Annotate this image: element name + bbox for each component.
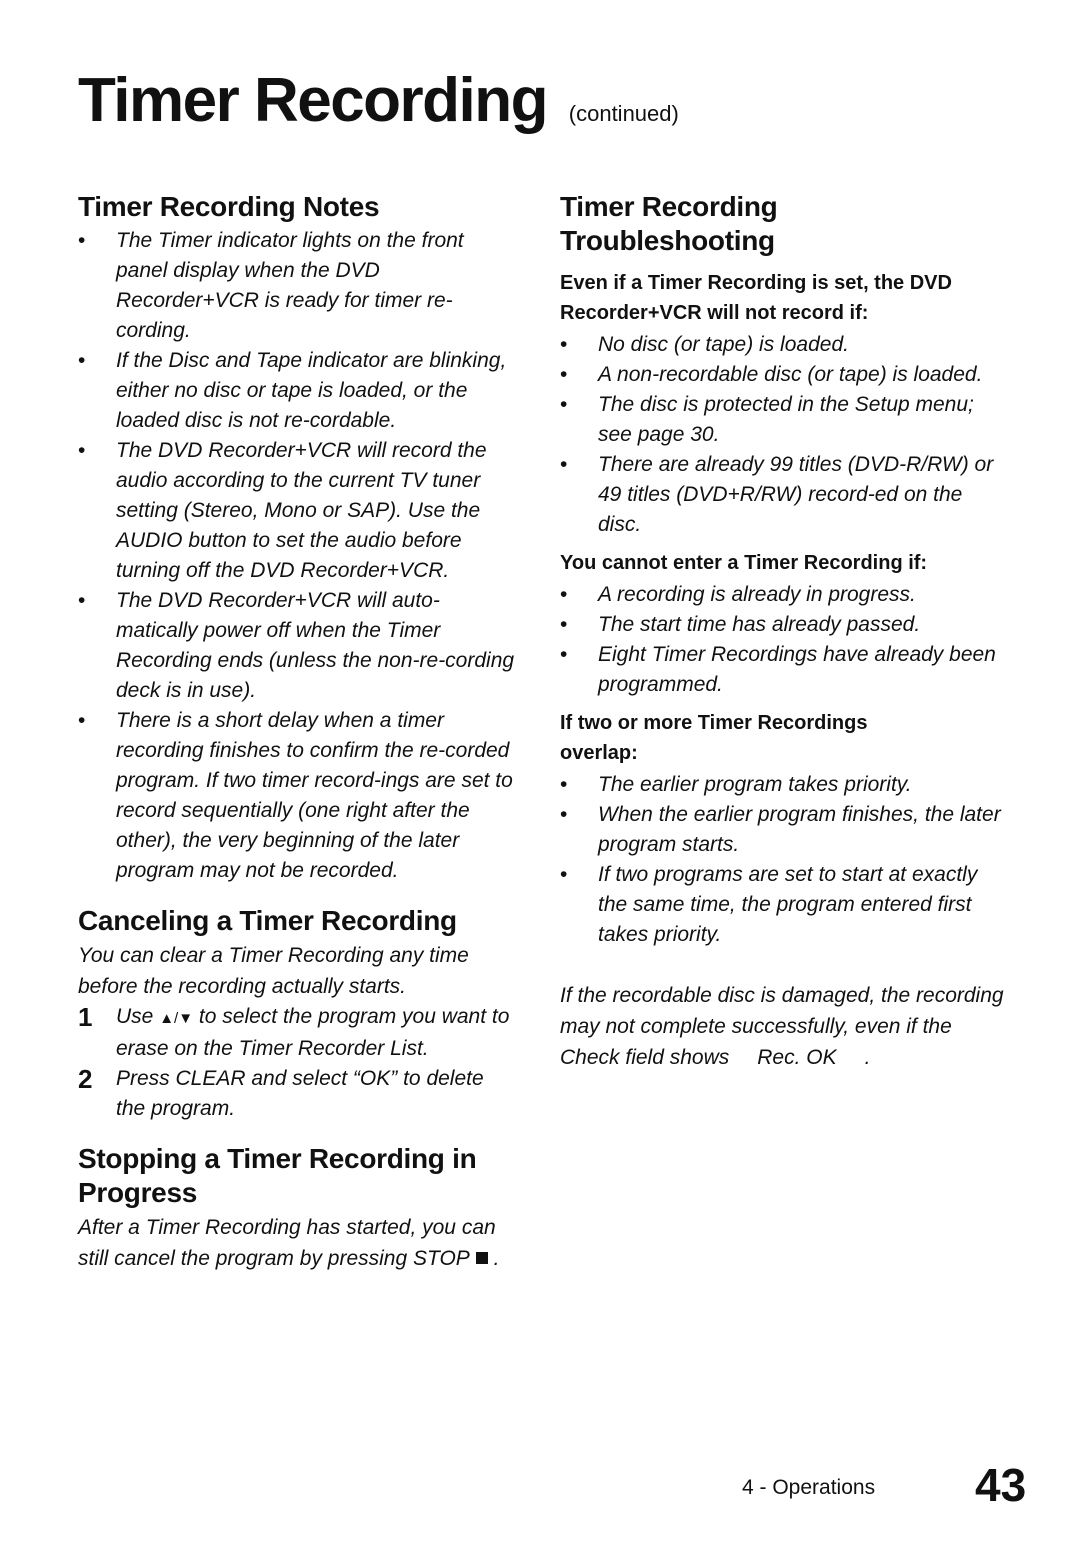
canceling-section: Canceling a Timer Recording You can clea…	[78, 904, 518, 1124]
group-title: You cannot enter a Timer Recording if:	[560, 552, 928, 574]
damage-note: If the recordable disc is damaged, the r…	[560, 980, 1010, 1073]
list-item: The DVD Recorder+VCR will record the aud…	[78, 436, 518, 586]
step-number: 2	[78, 1064, 93, 1094]
stopping-end: .	[493, 1247, 500, 1270]
notes-heading: Timer Recording Notes	[78, 191, 380, 222]
list-item: The DVD Recorder+VCR will auto-matically…	[78, 586, 518, 706]
stop-icon	[475, 1252, 488, 1264]
left-column: Timer Recording Notes The Timer indicato…	[78, 190, 518, 1274]
step-number: 1	[78, 1002, 93, 1032]
list-item: The earlier program takes priority.	[560, 770, 1010, 800]
group-list: A recording is already in progress. The …	[560, 580, 1010, 700]
note-end: .	[864, 1046, 871, 1069]
troubleshooting-heading: Timer Recording Troubleshooting	[560, 191, 778, 256]
list-item: The Timer indicator lights on the front …	[78, 226, 518, 346]
stopping-text: After a Timer Recording has started, you…	[78, 1212, 518, 1274]
title-text: Timer Recording	[78, 66, 549, 135]
list-item: There are already 99 titles (DVD-R/RW) o…	[560, 450, 1010, 540]
page-title: Timer Recording (continued)	[78, 70, 679, 132]
group-list: No disc (or tape) is loaded. A non-recor…	[560, 330, 1010, 540]
step-text: Use	[116, 1005, 154, 1028]
canceling-heading: Canceling a Timer Recording	[78, 905, 457, 936]
title-suffix: (continued)	[568, 101, 679, 126]
check-field-value: Rec. OK	[757, 1046, 837, 1069]
group-title: If two or more Timer Recordings overlap:	[560, 712, 868, 764]
stopping-body: After a Timer Recording has started, you…	[78, 1216, 496, 1270]
page-number: 43	[975, 1459, 1027, 1511]
up-down-arrows-icon: ▲/▼	[159, 1010, 194, 1027]
step-text: Press CLEAR and select “OK” to delete th…	[116, 1067, 484, 1120]
list-item: If the Disc and Tape indicator are blink…	[78, 346, 518, 436]
stopping-heading: Stopping a Timer Recording in Progress	[78, 1143, 477, 1208]
footer-section-label: 4 - Operations	[742, 1476, 876, 1499]
group-title: Even if a Timer Recording is set, the DV…	[560, 272, 952, 324]
list-item: When the earlier program finishes, the l…	[560, 800, 1010, 860]
list-item: There is a short delay when a timer reco…	[78, 706, 518, 886]
step-2: 2 Press CLEAR and select “OK” to delete …	[78, 1064, 518, 1124]
step-1: 1 Use ▲/▼ to select the program you want…	[78, 1002, 518, 1064]
notes-section: Timer Recording Notes The Timer indicato…	[78, 190, 518, 886]
canceling-intro: You can clear a Timer Recording any time…	[78, 944, 469, 998]
right-column: Timer Recording Troubleshooting Even if …	[560, 190, 1010, 1073]
list-item: If two programs are set to start at exac…	[560, 860, 1010, 950]
list-item: No disc (or tape) is loaded.	[560, 330, 1010, 360]
troubleshooting-section: Timer Recording Troubleshooting Even if …	[560, 190, 1010, 1073]
list-item: A recording is already in progress.	[560, 580, 1010, 610]
stopping-section: Stopping a Timer Recording in Progress A…	[78, 1142, 518, 1274]
group-list: The earlier program takes priority. When…	[560, 770, 1010, 950]
list-item: The disc is protected in the Setup menu;…	[560, 390, 1010, 450]
list-item: A non-recordable disc (or tape) is loade…	[560, 360, 1010, 390]
list-item: The start time has already passed.	[560, 610, 1010, 640]
list-item: Eight Timer Recordings have already been…	[560, 640, 1010, 700]
notes-list: The Timer indicator lights on the front …	[78, 226, 518, 886]
